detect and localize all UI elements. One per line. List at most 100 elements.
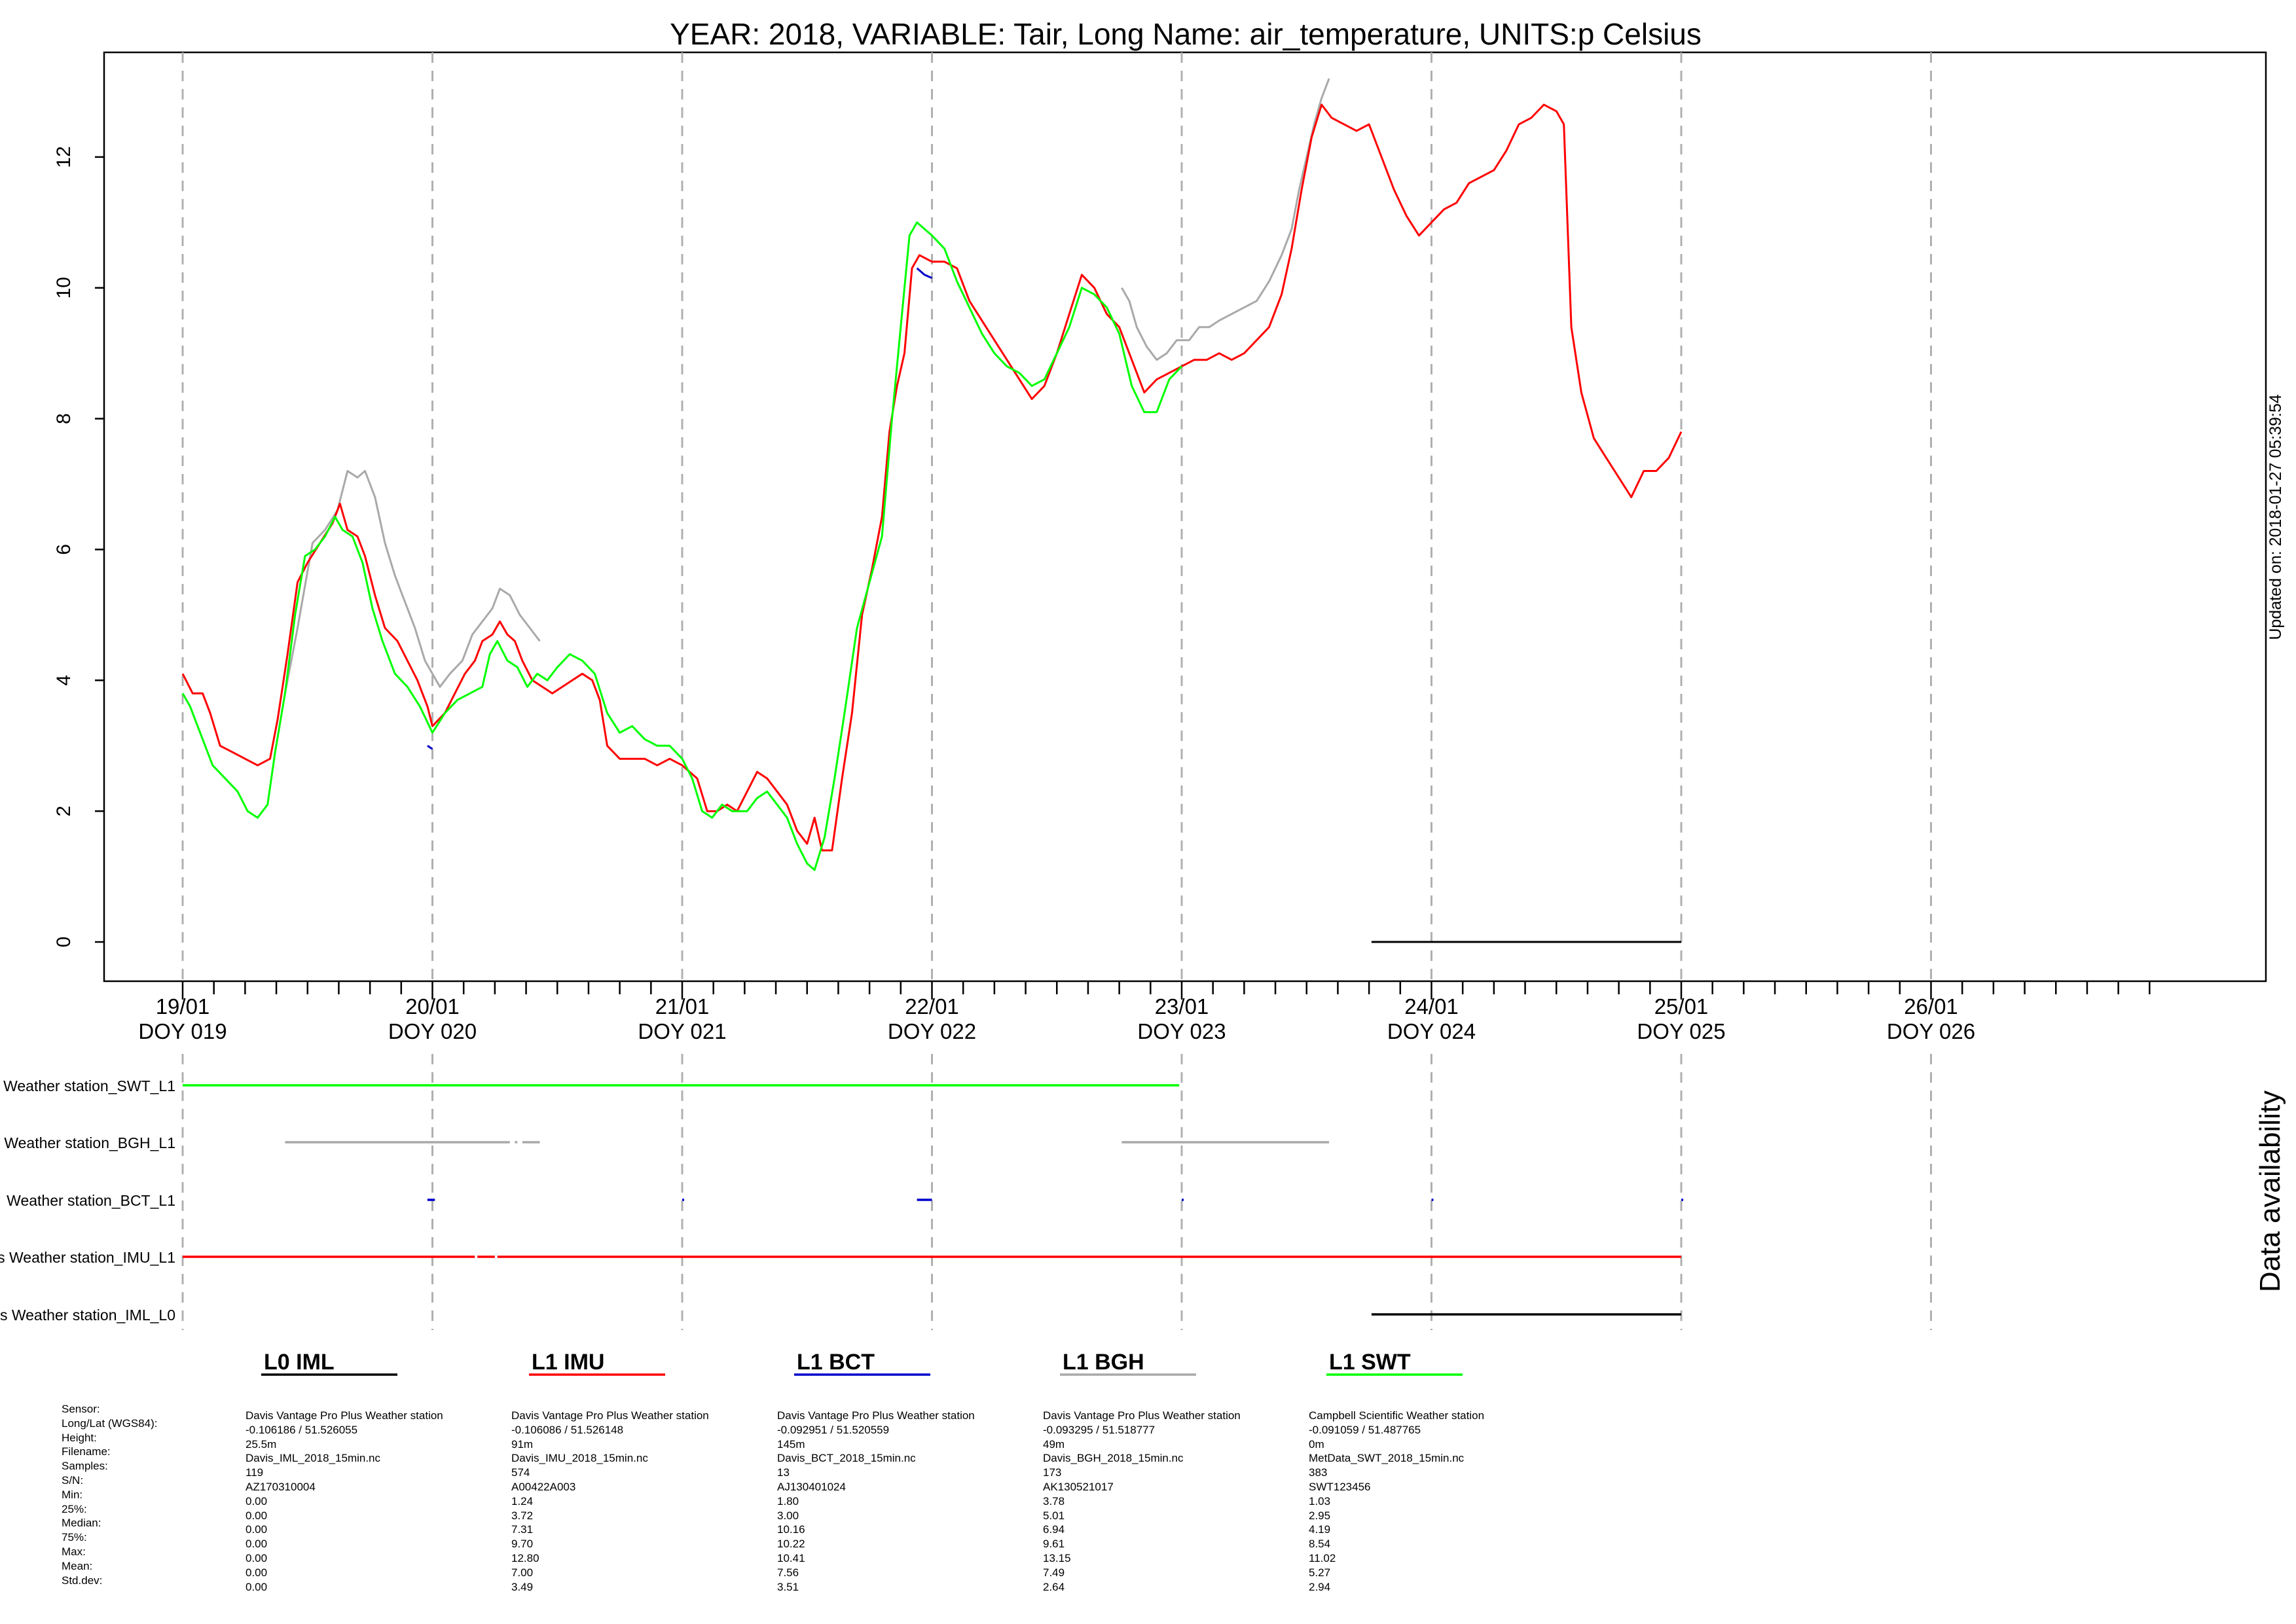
sensor-col-iml: Davis Vantage Pro Plus Weather station -0… bbox=[246, 1409, 443, 1594]
sensor-cell: -0.091059 / 51.487765 bbox=[1309, 1423, 1421, 1436]
sensor-cell: 7.31 bbox=[511, 1523, 534, 1536]
sensor-cell: 574 bbox=[511, 1466, 530, 1479]
sensor-cell: S/N: bbox=[62, 1473, 84, 1487]
sensor-cell: 173 bbox=[1043, 1466, 1062, 1479]
sensor-cell: Max: bbox=[62, 1545, 86, 1558]
sensor-cell: 25%: bbox=[62, 1502, 87, 1515]
sensor-cell: 119 bbox=[246, 1466, 264, 1479]
sensor-cell: Davis Vantage Pro Plus Weather station bbox=[246, 1409, 443, 1422]
sensor-cell: Davis Vantage Pro Plus Weather station bbox=[1043, 1409, 1241, 1422]
sensor-cell: 13 bbox=[777, 1466, 790, 1479]
sensor-cell: AJ130401024 bbox=[777, 1480, 846, 1493]
sensor-cell: Sensor: bbox=[62, 1403, 100, 1415]
sensor-cell: 0.00 bbox=[246, 1566, 268, 1579]
sensor-row-labels: Sensor: Long/Lat (WGS84): Height: Filename:… bbox=[62, 1402, 157, 1587]
sensor-cell: 3.72 bbox=[511, 1509, 534, 1522]
x-axis: 19/01DOY 019 20/01DOY 020 21/01DOY 021 22/0… bbox=[138, 981, 2151, 1043]
sensor-cell: 91m bbox=[511, 1437, 534, 1451]
sensor-cell: Std.dev: bbox=[62, 1574, 103, 1587]
x-tick-label-date: 21/01 bbox=[655, 994, 710, 1019]
x-tick-label-date: 20/01 bbox=[405, 994, 460, 1019]
sensor-cell: 10.22 bbox=[777, 1538, 805, 1551]
figure: YEAR: 2018, VARIABLE: Tair, Long Name: a… bbox=[0, 17, 2286, 1376]
sensor-cell: 49m bbox=[1043, 1437, 1065, 1451]
sensor-cell: -0.106086 / 51.526148 bbox=[511, 1423, 624, 1436]
sensor-cell: 5.27 bbox=[1309, 1566, 1331, 1579]
sensor-cell: Long/Lat (WGS84): bbox=[62, 1416, 158, 1430]
availability-row-label: s Weather station_IML_L0 bbox=[0, 1307, 175, 1324]
sensor-col-bgh: Davis Vantage Pro Plus Weather station -0… bbox=[1043, 1409, 1241, 1594]
sensor-cell: 0m bbox=[1309, 1437, 1324, 1451]
legend-label: L1 BGH bbox=[1063, 1350, 1144, 1375]
sensor-cell: 8.54 bbox=[1309, 1538, 1331, 1551]
sensor-cell: -0.093295 / 51.518777 bbox=[1043, 1423, 1156, 1436]
sensor-cell: 1.24 bbox=[511, 1494, 534, 1507]
sensor-cell: 2.94 bbox=[1309, 1580, 1331, 1593]
sensor-cell: 7.56 bbox=[777, 1566, 799, 1579]
sensor-cell: 3.49 bbox=[511, 1580, 534, 1593]
plot-frame bbox=[103, 51, 2267, 983]
availability-row-label: Weather station_BGH_L1 bbox=[4, 1134, 175, 1151]
sensor-cell: 0.00 bbox=[246, 1580, 268, 1593]
x-tick-label-date: 25/01 bbox=[1654, 994, 1709, 1019]
sensor-cell: AZ170310004 bbox=[246, 1480, 316, 1493]
sensor-cell: 7.49 bbox=[1043, 1566, 1065, 1579]
sensor-col-imu: Davis Vantage Pro Plus Weather station -0… bbox=[511, 1409, 709, 1594]
y-tick-label: 0 bbox=[53, 937, 75, 948]
x-tick-label-doy: DOY 023 bbox=[1137, 1019, 1226, 1043]
x-tick-label-doy: DOY 025 bbox=[1637, 1019, 1725, 1043]
series-line-l1-bgh bbox=[283, 470, 541, 694]
sensor-cell: A00422A003 bbox=[511, 1480, 576, 1493]
legend: L0 IML L1 IMU L1 BCT L1 BGH L1 SWT bbox=[261, 1350, 1463, 1376]
legend-label: L1 SWT bbox=[1329, 1350, 1411, 1375]
day-gridlines bbox=[181, 52, 1932, 1330]
y-tick-label: 6 bbox=[53, 544, 75, 555]
legend-label: L0 IML bbox=[264, 1350, 335, 1375]
x-tick-label-date: 22/01 bbox=[905, 994, 959, 1019]
sensor-cell: Davis Vantage Pro Plus Weather station bbox=[777, 1409, 975, 1422]
sensor-cell: Davis_BCT_2018_15min.nc bbox=[777, 1452, 916, 1465]
x-tick-label-doy: DOY 026 bbox=[1887, 1019, 1975, 1043]
sensor-cell: Davis_BGH_2018_15min.nc bbox=[1043, 1452, 1184, 1465]
legend-label: L1 IMU bbox=[532, 1350, 604, 1375]
x-tick-label-doy: DOY 024 bbox=[1387, 1019, 1476, 1043]
sensor-cell: 9.70 bbox=[511, 1538, 534, 1551]
sensor-cell: SWT123456 bbox=[1309, 1480, 1371, 1493]
sensor-cell: -0.106186 / 51.526055 bbox=[246, 1423, 358, 1436]
sensor-cell: 4.19 bbox=[1309, 1523, 1331, 1536]
sensor-cell: 11.02 bbox=[1309, 1551, 1336, 1564]
sensor-cell: 0.00 bbox=[246, 1509, 268, 1522]
sensor-cell: Davis Vantage Pro Plus Weather station bbox=[511, 1409, 709, 1422]
sensor-cell: Davis_IML_2018_15min.nc bbox=[246, 1452, 381, 1465]
sensor-cell: Filename: bbox=[62, 1445, 111, 1458]
sensor-cell: 9.61 bbox=[1043, 1538, 1065, 1551]
sensor-cell: -0.092951 / 51.520559 bbox=[777, 1423, 890, 1436]
sensor-cell: 0.00 bbox=[246, 1494, 268, 1507]
y-tick-label: 10 bbox=[53, 277, 75, 298]
sensor-cell: AK130521017 bbox=[1043, 1480, 1114, 1493]
x-tick-label-doy: DOY 021 bbox=[638, 1019, 726, 1043]
y-axis: 0 2 4 6 8 10 12 bbox=[53, 146, 104, 947]
sensor-cell: 2.64 bbox=[1043, 1580, 1065, 1593]
sensor-cell: 12.80 bbox=[511, 1551, 539, 1564]
sensor-cell: 75%: bbox=[62, 1531, 87, 1544]
sensor-cell: 3.00 bbox=[777, 1509, 799, 1522]
series-line-l1-bgh bbox=[1121, 78, 1330, 361]
sensor-cell: 6.94 bbox=[1043, 1523, 1065, 1536]
sensor-cell: 10.16 bbox=[777, 1523, 805, 1536]
sensor-cell: Min: bbox=[62, 1488, 83, 1501]
x-tick-label-doy: DOY 022 bbox=[888, 1019, 976, 1043]
sensor-cell: 0.00 bbox=[246, 1538, 268, 1551]
sensor-cell: 7.00 bbox=[511, 1566, 534, 1579]
x-tick-label-doy: DOY 020 bbox=[388, 1019, 477, 1043]
sensor-cell: 3.51 bbox=[777, 1580, 799, 1593]
availability-labels: Weather station_SWT_L1 Weather station_BG… bbox=[0, 1077, 175, 1324]
legend-label: L1 BCT bbox=[797, 1350, 875, 1375]
sensor-cell: Samples: bbox=[62, 1460, 108, 1473]
sensor-cell: 0.00 bbox=[246, 1523, 268, 1536]
sensor-info-table: Sensor: Long/Lat (WGS84): Height: Filename:… bbox=[0, 1402, 2296, 1598]
sensor-cell: 0.00 bbox=[246, 1551, 268, 1564]
sensor-cell: Campbell Scientific Weather station bbox=[1309, 1409, 1485, 1422]
sensor-cell: 383 bbox=[1309, 1466, 1328, 1479]
sensor-col-bct: Davis Vantage Pro Plus Weather station -0… bbox=[777, 1409, 975, 1594]
